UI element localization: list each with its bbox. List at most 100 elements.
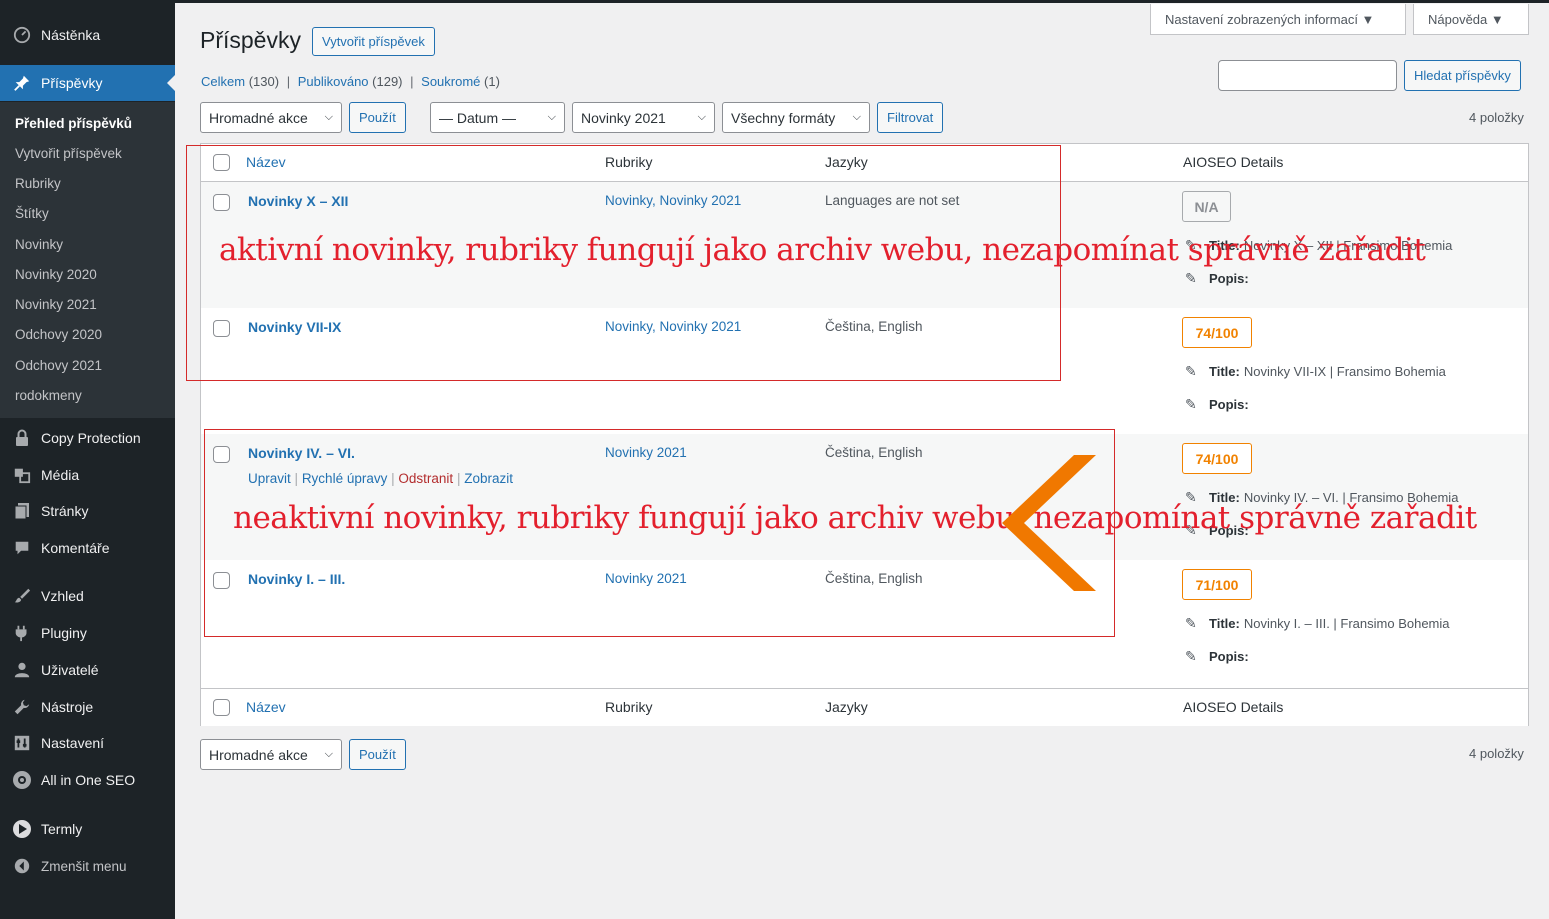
date-filter-select[interactable]: — Datum — ⌵ — [430, 102, 565, 133]
brush-icon — [12, 586, 32, 606]
column-categories-footer: Rubriky — [605, 699, 653, 715]
format-filter-select[interactable]: Všechny formáty ⌵ — [722, 102, 870, 133]
submenu-novinky-2021[interactable]: Novinky 2021 — [15, 290, 97, 320]
seo-score-badge[interactable]: 74/100 — [1182, 317, 1252, 348]
page-title: Příspěvky — [200, 27, 301, 53]
settings-icon — [12, 733, 32, 753]
aioseo-icon — [12, 770, 32, 790]
pin-icon — [12, 73, 32, 93]
seo-desc-line: ✎ Popis: — [1185, 648, 1249, 665]
submenu-novinky-2020[interactable]: Novinky 2020 — [15, 260, 97, 290]
search-input[interactable] — [1218, 60, 1397, 91]
submenu-odchovy-2021[interactable]: Odchovy 2021 — [15, 351, 102, 381]
pencil-icon[interactable]: ✎ — [1185, 396, 1201, 413]
filter-button[interactable]: Filtrovat — [877, 102, 944, 133]
pencil-icon[interactable]: ✎ — [1185, 615, 1201, 632]
admin-sidebar: Nástěnka Příspěvky Přehled příspěvků Vyt… — [0, 0, 175, 919]
seo-score-badge[interactable]: 74/100 — [1182, 443, 1252, 474]
submenu-tags[interactable]: Štítky — [15, 199, 49, 229]
menu-posts[interactable]: Příspěvky — [0, 65, 175, 101]
category-filter-select[interactable]: Novinky 2021 ⌵ — [572, 102, 715, 133]
menu-comments[interactable]: Komentáře — [0, 530, 175, 566]
menu-label: Stránky — [41, 503, 89, 519]
menu-label: Uživatelé — [41, 662, 99, 678]
active-arrow — [167, 75, 175, 91]
menu-aioseo[interactable]: All in One SEO — [0, 762, 175, 798]
menu-label: Příspěvky — [41, 75, 103, 91]
menu-plugins[interactable]: Pluginy — [0, 615, 175, 651]
select-all-checkbox[interactable] — [213, 699, 230, 716]
user-icon — [12, 660, 32, 680]
items-count: 4 položky — [1469, 110, 1524, 125]
wrench-icon — [12, 697, 32, 717]
admin-bar-edge — [175, 0, 1549, 3]
arrow-left-icon — [1002, 455, 1096, 591]
menu-pages[interactable]: Stránky — [0, 493, 175, 529]
termly-icon — [12, 819, 32, 839]
menu-label: Vzhled — [41, 588, 84, 604]
items-count-bottom: 4 položky — [1469, 746, 1524, 761]
menu-dashboard[interactable]: Nástěnka — [0, 17, 175, 53]
seo-title-line: ✎ Title: Novinky I. – III. | Fransimo Bohe… — [1185, 615, 1450, 632]
submenu-add-post[interactable]: Vytvořit příspěvek — [15, 139, 122, 169]
menu-label: Pluginy — [41, 625, 87, 641]
add-new-post-button[interactable]: Vytvořit příspěvek — [312, 27, 435, 56]
menu-label: Copy Protection — [41, 430, 141, 446]
submenu-rodokmeny[interactable]: rodokmeny — [15, 381, 82, 411]
chevron-down-icon: ⌵ — [324, 111, 333, 123]
search-posts-button[interactable]: Hledat příspěvky — [1404, 60, 1521, 91]
pencil-icon[interactable]: ✎ — [1185, 648, 1201, 665]
chevron-down-icon: ⌵ — [324, 748, 333, 760]
seo-desc-line: ✎ Popis: — [1185, 270, 1249, 287]
posts-submenu: Přehled příspěvků Vytvořit příspěvek Rub… — [0, 102, 175, 418]
seo-score-badge[interactable]: N/A — [1182, 191, 1231, 222]
plugin-icon — [12, 623, 32, 643]
column-seo-header: AIOSEO Details — [1183, 154, 1284, 170]
menu-tools[interactable]: Nástroje — [0, 689, 175, 725]
menu-label: Komentáře — [41, 540, 110, 556]
seo-score-badge[interactable]: 71/100 — [1182, 569, 1252, 600]
post-status-views: Celkem (130) | Publikováno (129) | Soukr… — [201, 74, 500, 89]
apply-bulk-button-bottom[interactable]: Použít — [349, 739, 406, 770]
help-button[interactable]: Nápověda ▼ — [1413, 4, 1529, 35]
menu-label: Média — [41, 467, 80, 483]
column-title-footer[interactable]: Název — [246, 699, 286, 715]
comment-icon — [12, 538, 32, 558]
submenu-novinky[interactable]: Novinky — [15, 230, 63, 260]
seo-desc-line: ✎ Popis: — [1185, 396, 1249, 413]
page-icon — [12, 501, 32, 521]
menu-collapse[interactable]: Zmenšit menu — [0, 848, 175, 884]
menu-label: Nástroje — [41, 699, 94, 715]
menu-label: Nástěnka — [41, 27, 101, 43]
menu-appearance[interactable]: Vzhled — [0, 578, 175, 614]
chevron-down-icon: ⌵ — [697, 111, 706, 123]
menu-label: Nastavení — [41, 735, 105, 751]
submenu-all-posts[interactable]: Přehled příspěvků — [15, 109, 132, 139]
annotation-inactive-text: neaktivní novinky, rubriky fungují jako … — [233, 500, 1477, 536]
view-published-link[interactable]: Publikováno — [298, 74, 369, 89]
pencil-icon[interactable]: ✎ — [1185, 270, 1201, 287]
menu-users[interactable]: Uživatelé — [0, 652, 175, 688]
menu-termly[interactable]: Termly — [0, 811, 175, 847]
lock-icon — [12, 428, 32, 448]
submenu-odchovy-2020[interactable]: Odchovy 2020 — [15, 320, 102, 350]
menu-media[interactable]: Média — [0, 457, 175, 493]
media-icon — [12, 465, 32, 485]
view-all-link[interactable]: Celkem — [201, 74, 245, 89]
column-languages-footer: Jazyky — [825, 699, 868, 715]
menu-copy-protection[interactable]: Copy Protection — [0, 420, 175, 456]
apply-bulk-button[interactable]: Použít — [349, 102, 406, 133]
annotation-active-text: aktivní novinky, rubriky fungují jako ar… — [219, 232, 1426, 268]
bulk-actions-select-bottom[interactable]: Hromadné akce ⌵ — [200, 739, 342, 770]
view-private-link[interactable]: Soukromé — [421, 74, 480, 89]
bulk-actions-select[interactable]: Hromadné akce ⌵ — [200, 102, 342, 133]
menu-settings[interactable]: Nastavení — [0, 725, 175, 761]
screen-options-button[interactable]: Nastavení zobrazených informací ▼ — [1150, 4, 1406, 35]
pencil-icon[interactable]: ✎ — [1185, 363, 1201, 380]
column-seo-footer: AIOSEO Details — [1183, 699, 1284, 715]
table-footer: Název Rubriky Jazyky AIOSEO Details — [201, 688, 1528, 726]
collapse-icon — [12, 856, 32, 876]
menu-label: Zmenšit menu — [41, 858, 127, 874]
chevron-down-icon: ⌵ — [852, 111, 861, 123]
submenu-categories[interactable]: Rubriky — [15, 169, 61, 199]
